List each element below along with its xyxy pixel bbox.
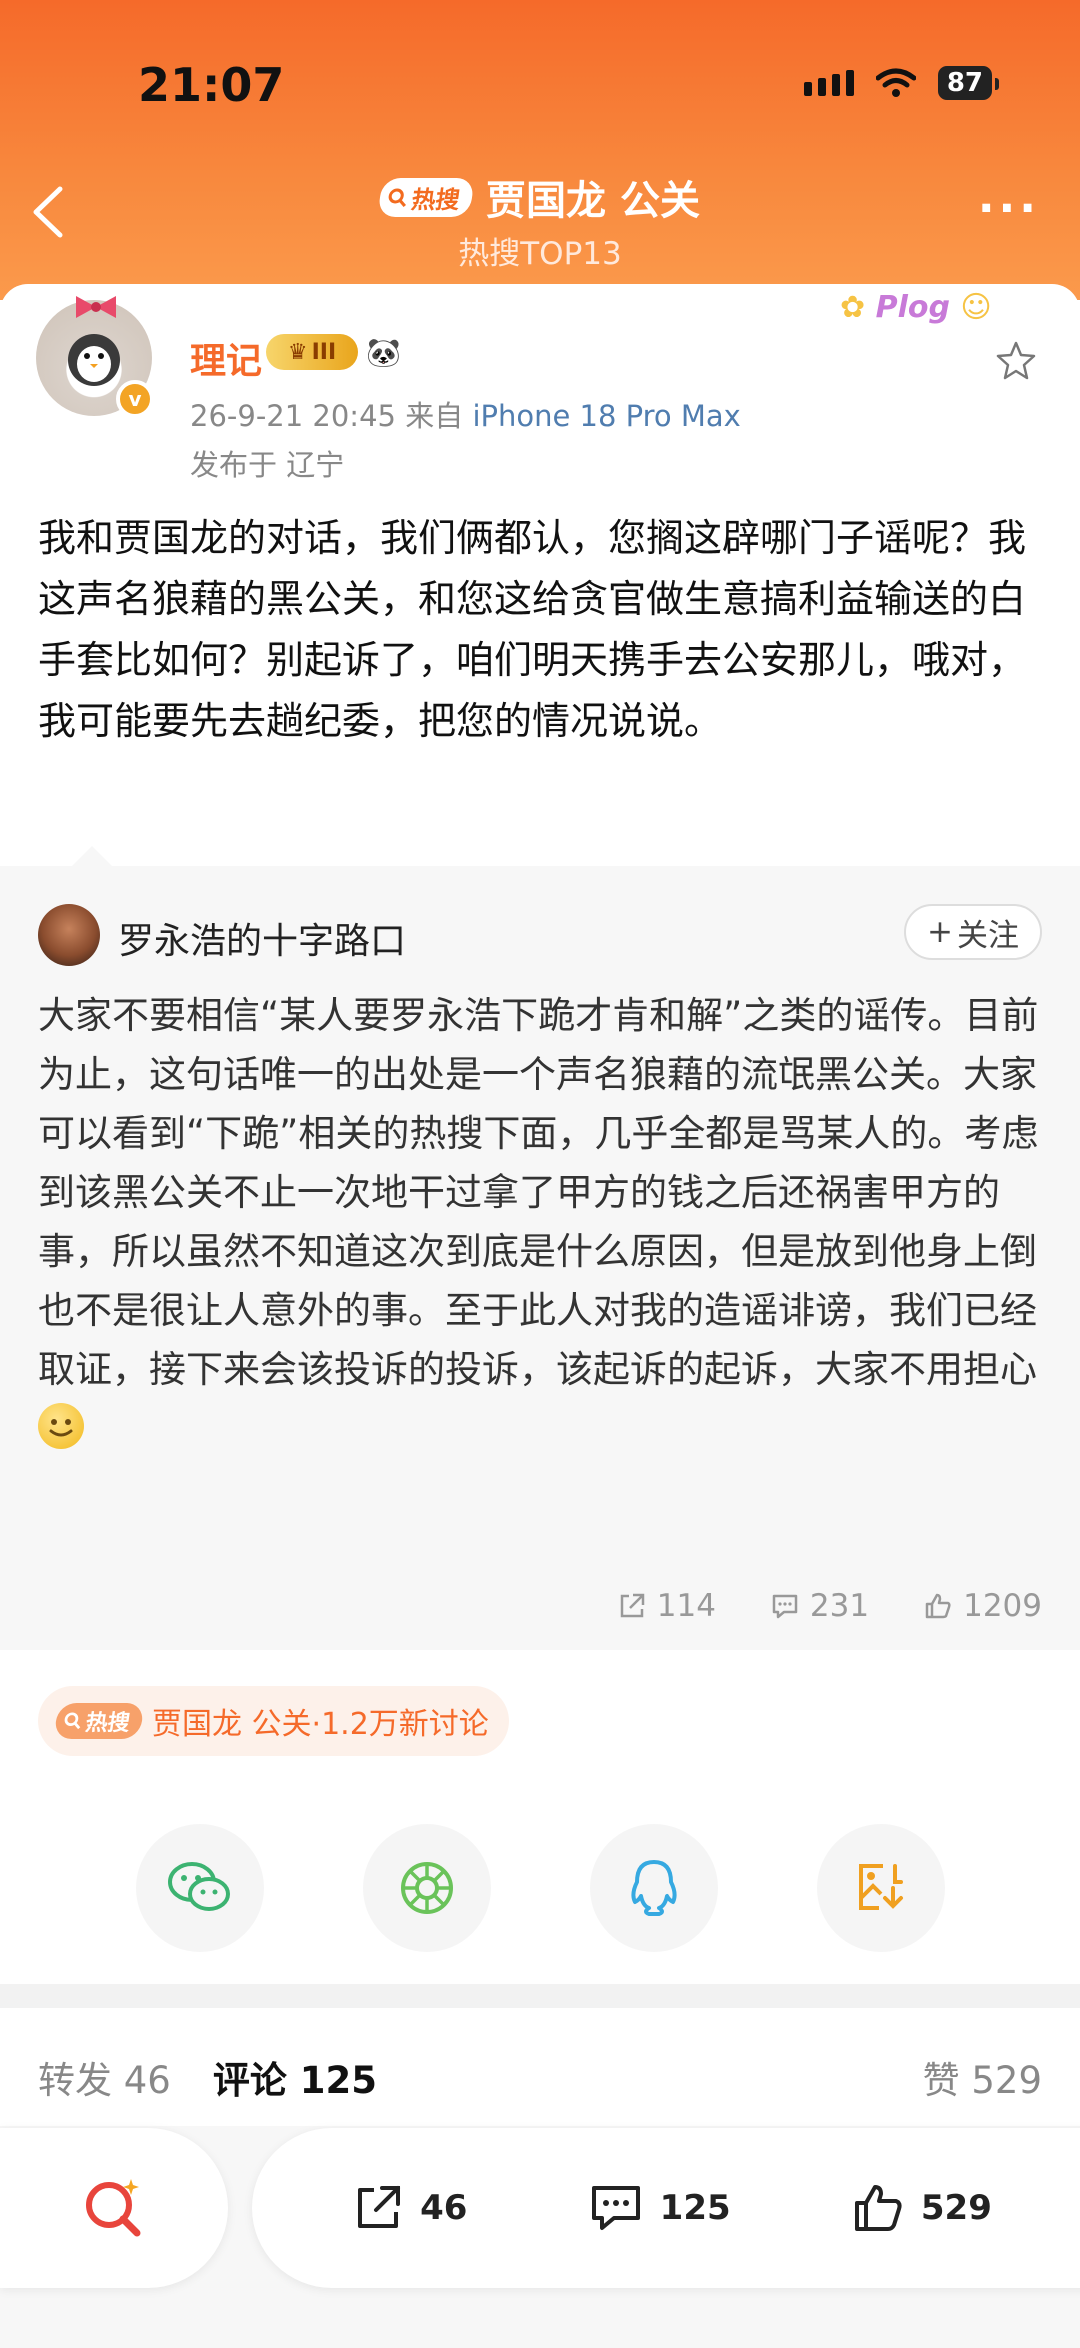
bottom-repost-count: 46 [420, 2188, 468, 2228]
status-time: 21:07 [138, 58, 285, 112]
follow-label: 关注 [956, 917, 1019, 954]
repost-avatar[interactable] [38, 904, 100, 966]
author-name[interactable]: 理记 [190, 332, 262, 384]
post-meta: 26-9-21 20:45 来自 iPhone 18 Pro Max [190, 393, 741, 435]
repost-author-name[interactable]: 罗永浩的十字路口 [118, 912, 406, 964]
wechat-icon [167, 1862, 230, 1911]
post-timestamp: 26-9-21 20:45 [190, 399, 396, 433]
bottom-like-button[interactable]: 529 [851, 2181, 992, 2235]
avatar[interactable]: v [36, 296, 154, 418]
wifi-icon [875, 68, 916, 97]
thumbs-up-icon [854, 2185, 902, 2231]
status-icons: 87 [803, 66, 1000, 100]
vip-crown-badge: ♛ III [266, 334, 358, 370]
bottom-like-count: 529 [920, 2188, 992, 2228]
repost-like-button[interactable]: 1209 [923, 1588, 1042, 1624]
post-location: 发布于 辽宁 [190, 448, 345, 482]
share-row [0, 1824, 1080, 1952]
source-prefix: 来自 [405, 399, 464, 433]
repost-comment-count: 231 [809, 1588, 870, 1624]
tab-comments[interactable]: 评论 125 [213, 2050, 377, 2134]
share-icon [358, 2186, 401, 2228]
search-button[interactable] [0, 2128, 228, 2288]
topic-hot-label: 热搜 [83, 1711, 132, 1736]
bottom-comment-count: 125 [659, 2188, 731, 2228]
plog-sticker: ✿ Plog ☺ [840, 290, 1000, 354]
topic-text: 贾国龙 公关·1.2万新讨论 [152, 1707, 489, 1742]
battery-indicator: 87 [937, 66, 1000, 100]
repost-text: 大家不要相信“某人要罗永浩下跪才肯和解”之类的谣传。目前为止，这句话唯一的出处是… [38, 986, 1044, 1458]
qq-icon [630, 1860, 677, 1916]
penguin-avatar-icon [68, 334, 120, 386]
share-wechat-button[interactable] [135, 1824, 264, 1952]
bottom-comment-button[interactable]: 125 [588, 2182, 731, 2234]
search-icon [388, 187, 407, 207]
share-qq-button[interactable] [589, 1824, 718, 1952]
thumbs-up-icon [925, 1593, 951, 1619]
post-text: 我和贾国龙的对话，我们俩都认，您搁这辟哪门子谣呢？我这声名狼藉的黑公关，和您这给… [38, 516, 1027, 743]
crown-icon: ♛ [287, 339, 308, 365]
section-divider [0, 1984, 1080, 2008]
repost-share-button[interactable]: 114 [617, 1588, 716, 1624]
repost-share-count: 114 [656, 1588, 716, 1624]
search-icon [64, 1712, 81, 1730]
bottom-repost-button[interactable]: 46 [352, 2182, 467, 2234]
tab-reposts[interactable]: 转发 46 [38, 2050, 171, 2104]
topic-rank: 热搜TOP13 [458, 236, 622, 272]
hot-search-label: 热搜 [409, 185, 462, 214]
sticker-text: Plog [875, 290, 950, 325]
repost-notch [72, 846, 112, 866]
share-moments-button[interactable] [362, 1824, 491, 1952]
repost-comment-button[interactable]: 231 [770, 1588, 869, 1624]
moments-icon [400, 1862, 453, 1914]
verified-badge: v [116, 380, 154, 418]
panda-icon: 🐼 [366, 335, 401, 369]
page-title[interactable]: 热搜 贾国龙 公关 [0, 168, 1080, 226]
interaction-tabs: 转发 46 评论 125 赞 529 [38, 2050, 1042, 2134]
share-icon [620, 1593, 644, 1618]
favorite-star-icon[interactable] [996, 340, 1036, 380]
more-options-icon[interactable]: ··· [978, 187, 1040, 231]
signal-icon [803, 70, 854, 96]
smiley-icon: ☺ [960, 290, 992, 325]
related-topic-chip[interactable]: 热搜 贾国龙 公关·1.2万新讨论 [38, 1686, 509, 1756]
repost-text-body: 大家不要相信“某人要罗永浩下跪才肯和解”之类的谣传。目前为止，这句话唯一的出处是… [38, 994, 1039, 1391]
flower-icon: ✿ [840, 290, 866, 325]
repost-like-count: 1209 [963, 1588, 1042, 1624]
post-device[interactable]: iPhone 18 Pro Max [472, 399, 740, 433]
plus-icon: + [927, 914, 953, 950]
repost-actions: 114 231 1209 [617, 1588, 1042, 1624]
vip-level: III [311, 339, 337, 365]
bottom-actions: 46 125 529 [252, 2128, 1080, 2288]
comment-icon [591, 2186, 640, 2230]
search-icon [86, 2179, 141, 2237]
smile-emoji-icon [38, 1403, 84, 1449]
vip-badges[interactable]: ♛ III 🐼 [266, 334, 401, 370]
save-image-icon [858, 1864, 903, 1910]
hot-search-tag: 热搜 [377, 177, 475, 217]
comment-icon [772, 1594, 798, 1619]
repost-card[interactable]: 罗永浩的十字路口 + 关注 大家不要相信“某人要罗永浩下跪才肯和解”之类的谣传。… [0, 846, 1080, 1650]
save-image-button[interactable] [816, 1824, 945, 1952]
follow-button[interactable]: + 关注 [904, 904, 1042, 960]
bow-icon [76, 296, 116, 318]
hot-search-tag: 热搜 [53, 1703, 145, 1739]
topic-title: 贾国龙 公关 [486, 178, 700, 224]
tab-likes[interactable]: 赞 529 [923, 2050, 1042, 2104]
